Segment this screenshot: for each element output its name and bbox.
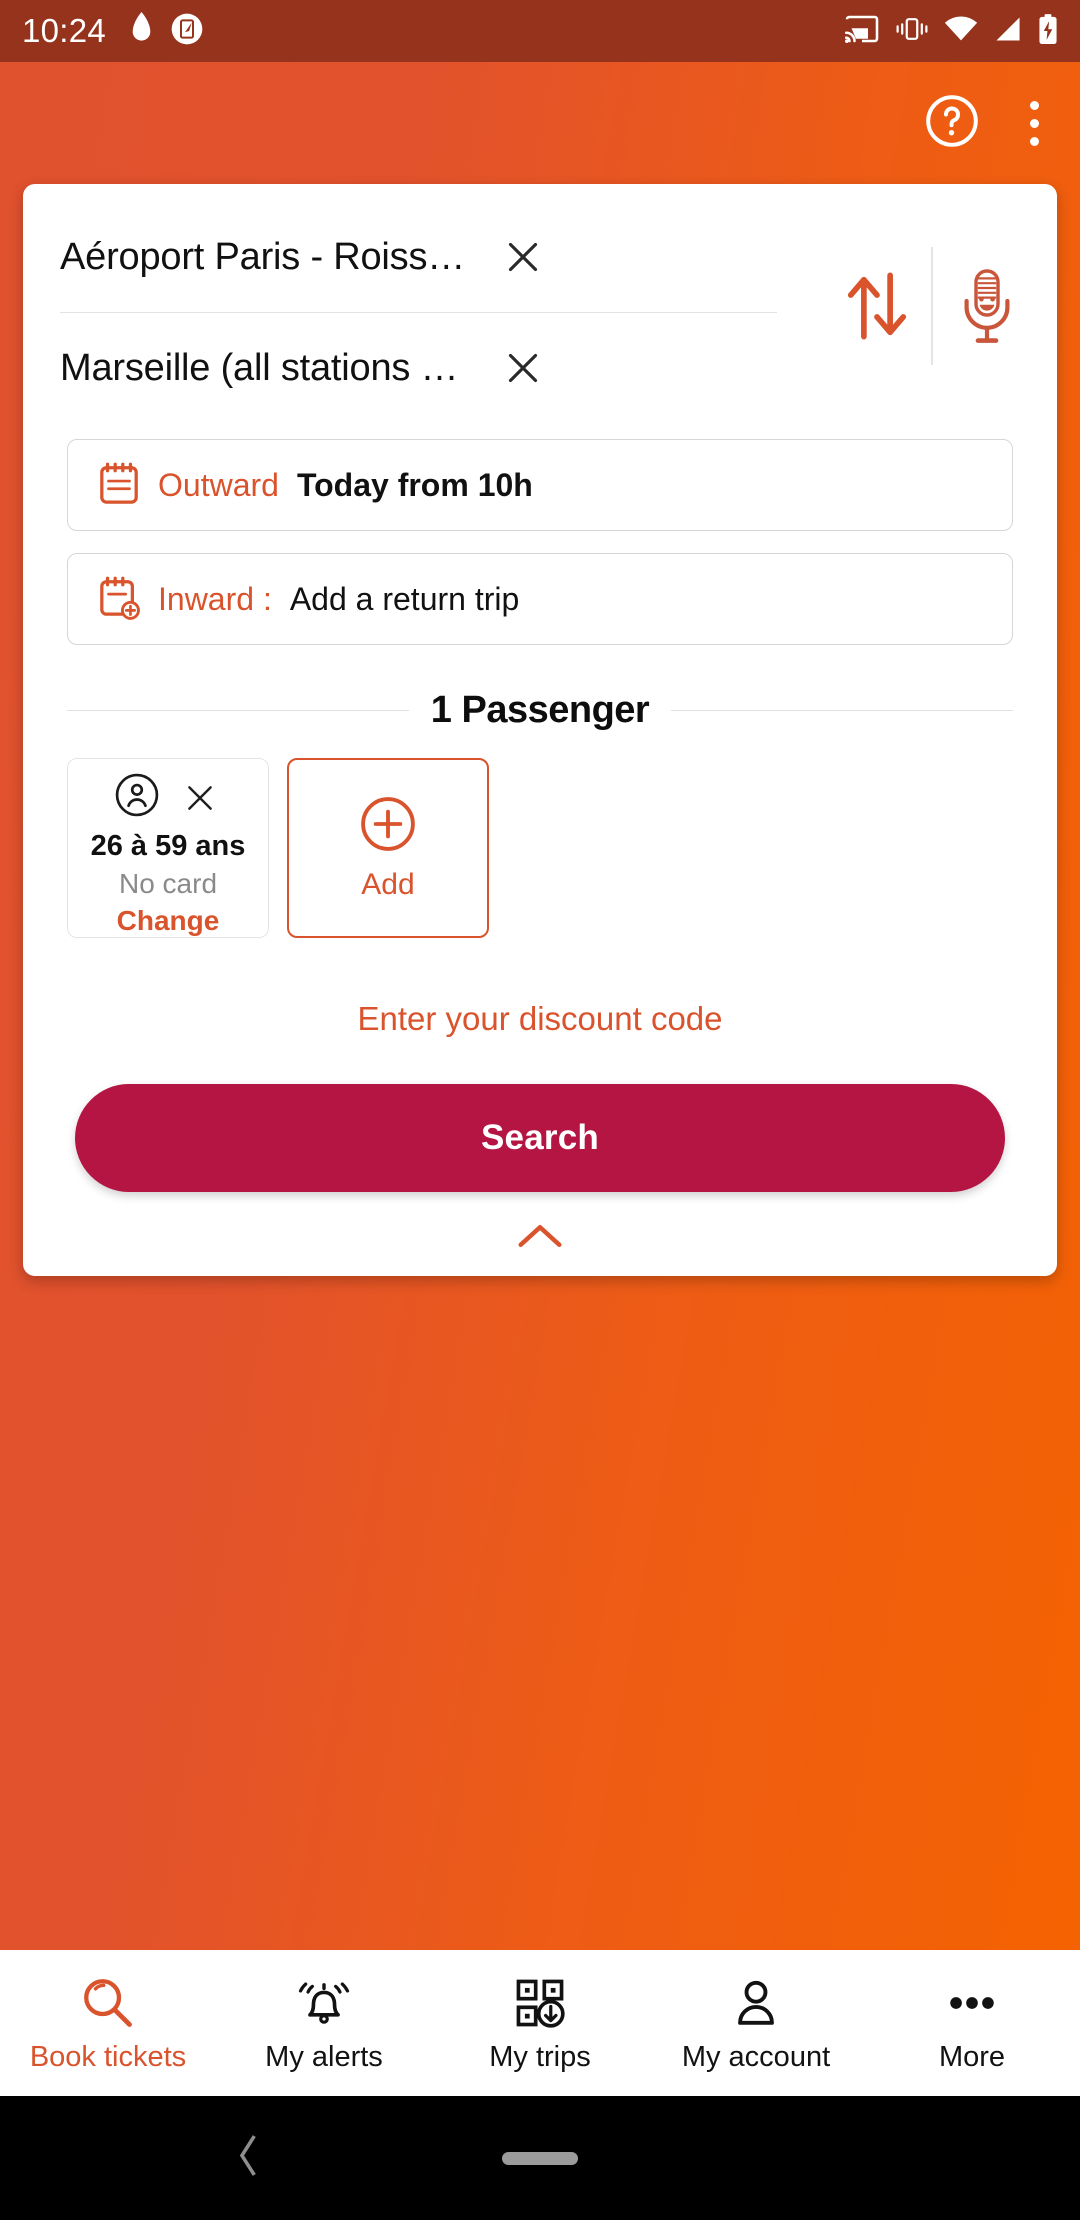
outward-date-field[interactable]: Outward Today from 10h: [67, 439, 1013, 531]
origin-clear-button[interactable]: [486, 220, 560, 294]
calendar-icon: [98, 460, 140, 511]
passenger-card[interactable]: 26 à 59 ans No card Change: [67, 758, 269, 938]
inward-date-field[interactable]: Inward : Add a return trip: [67, 553, 1013, 645]
more-vertical-icon: [1029, 118, 1039, 128]
overflow-menu-button[interactable]: [1014, 95, 1054, 151]
wifi-icon: [944, 16, 978, 47]
more-vertical-icon: [1029, 136, 1039, 146]
home-pill[interactable]: [502, 2151, 578, 2165]
passengers-title: 1 Passenger: [430, 689, 650, 731]
chevron-up-icon: [518, 1224, 562, 1248]
nav-item-my-trips[interactable]: My trips: [432, 1973, 648, 2074]
close-icon: [188, 785, 212, 810]
background-filler: [0, 1276, 1080, 1950]
outward-value: Today from 10h: [296, 466, 533, 503]
passenger-remove-button[interactable]: [178, 776, 222, 820]
bell-ring-icon: [296, 1973, 352, 2031]
status-bar-time: 10:24: [22, 12, 107, 49]
help-circle-icon: [924, 93, 980, 154]
passengers-header: 1 Passenger: [23, 667, 1057, 732]
microphone-icon: [964, 268, 1010, 343]
note-edit-icon: [171, 13, 203, 50]
back-chevron-icon[interactable]: [236, 2133, 262, 2184]
app-bar: [0, 62, 1080, 184]
search-button-wrap: Search: [23, 1038, 1057, 1192]
search-icon: [80, 1973, 136, 2031]
station-fields: Aéroport Paris - Roiss… Marseille (all s…: [23, 214, 807, 411]
search-button-label: Search: [481, 1118, 599, 1157]
nav-item-more[interactable]: More: [864, 1973, 1080, 2074]
nav-label: My account: [681, 2040, 831, 2073]
battery-charging-icon: [1038, 13, 1058, 50]
app-root: 10:24 Aéroport Paris - Roiss… Marseille …: [0, 0, 1080, 2220]
nav-label: Book tickets: [29, 2040, 187, 2073]
nav-label: My trips: [489, 2040, 591, 2073]
destination-input[interactable]: Marseille (all stations …: [60, 347, 480, 390]
passenger-age: 26 à 59 ans: [90, 830, 246, 862]
more-horizontal-icon: [944, 1973, 1000, 2031]
status-bar-notification-icons: [128, 12, 203, 50]
vibrate-icon: [895, 15, 929, 48]
nav-label: My alerts: [265, 2040, 383, 2073]
passengers-divider-right: [671, 709, 1014, 712]
search-card: Aéroport Paris - Roiss… Marseille (all s…: [23, 184, 1057, 1276]
more-vertical-icon: [1029, 100, 1039, 110]
status-bar: 10:24: [0, 0, 1080, 62]
close-icon: [508, 242, 538, 272]
status-bar-system-icons: [844, 13, 1058, 50]
voice-search-button[interactable]: [939, 258, 1035, 354]
bottom-navigation: Book tickets My alerts My trips My accou…: [0, 1950, 1080, 2096]
collapse-card-button[interactable]: [23, 1192, 1057, 1276]
nav-item-my-account[interactable]: My account: [648, 1973, 864, 2074]
swap-vertical-icon: [847, 272, 907, 339]
passenger-card-top: [114, 772, 222, 823]
origin-row[interactable]: Aéroport Paris - Roiss…: [60, 214, 807, 300]
add-passenger-label: Add: [361, 867, 415, 901]
qr-download-icon: [512, 1973, 568, 2031]
nav-item-book-tickets[interactable]: Book tickets: [0, 1973, 216, 2074]
add-passenger-button[interactable]: Add: [287, 758, 489, 938]
flame-icon: [128, 12, 155, 50]
person-circle-icon: [114, 772, 160, 823]
passenger-card-type: No card: [118, 868, 218, 899]
close-icon: [508, 353, 538, 383]
person-icon: [728, 1973, 784, 2031]
passenger-cards: 26 à 59 ans No card Change Add: [23, 732, 1057, 938]
swap-stations-button[interactable]: [829, 258, 925, 354]
search-button[interactable]: Search: [75, 1084, 1005, 1192]
help-button[interactable]: [924, 93, 980, 154]
destination-row[interactable]: Marseille (all stations …: [60, 325, 807, 411]
plus-circle-icon: [359, 795, 417, 858]
dates-section: Outward Today from 10h Inward : Add a re…: [23, 411, 1057, 645]
calendar-add-icon: [98, 574, 140, 625]
destination-clear-button[interactable]: [486, 331, 560, 405]
cast-icon: [844, 14, 880, 49]
passengers-divider-left: [67, 709, 409, 712]
stations-divider: [60, 312, 777, 313]
nav-item-my-alerts[interactable]: My alerts: [216, 1973, 432, 2074]
passenger-change-link[interactable]: Change: [117, 905, 220, 937]
nav-label: More: [938, 2040, 1006, 2073]
android-navigation-bar: [0, 2096, 1080, 2220]
inward-label: Inward :: [158, 580, 272, 617]
discount-code-link[interactable]: Enter your discount code: [23, 938, 1057, 1038]
station-actions: [807, 214, 1057, 411]
origin-input[interactable]: Aéroport Paris - Roiss…: [60, 236, 480, 279]
inward-value: Add a return trip: [289, 580, 520, 617]
outward-label: Outward: [158, 466, 279, 503]
signal-icon: [993, 16, 1023, 47]
actions-divider: [931, 246, 933, 365]
stations-section: Aéroport Paris - Roiss… Marseille (all s…: [23, 214, 1057, 411]
